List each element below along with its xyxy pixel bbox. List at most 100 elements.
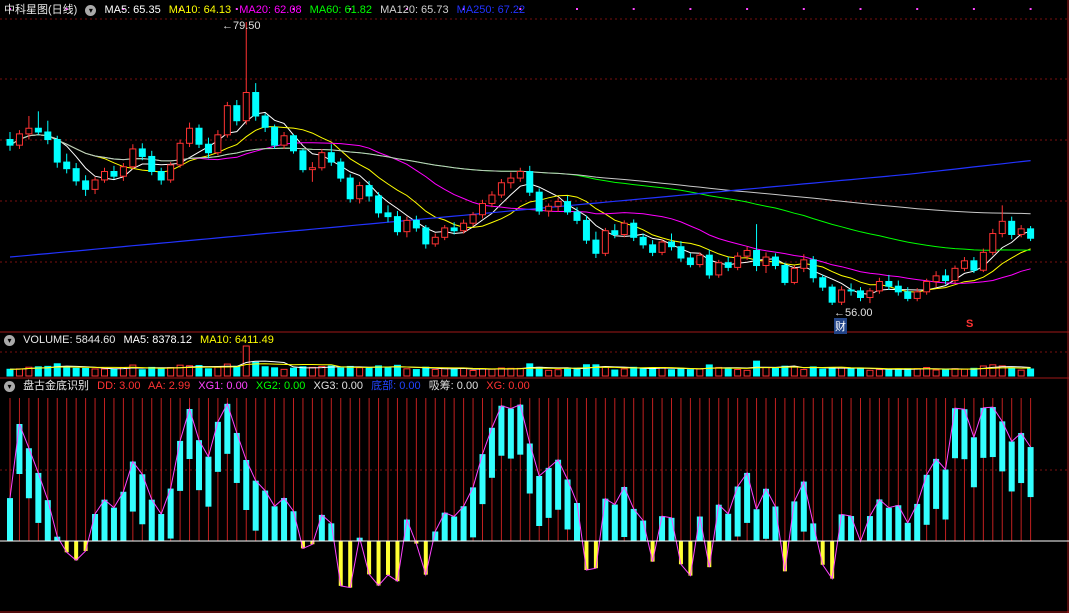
candlestick	[545, 203, 553, 217]
candlestick	[82, 175, 90, 196]
indicator-cyan-bar	[243, 459, 250, 510]
volume-bar	[885, 368, 893, 377]
candle-body	[894, 285, 902, 293]
indicator-xg3: XG3: 0.00	[313, 380, 364, 392]
indicator-cyan-bar	[158, 513, 165, 541]
volume-bar	[1017, 369, 1025, 377]
volume-bar	[639, 368, 647, 377]
volume-bar	[148, 366, 156, 377]
indicator-cyan-bar	[753, 509, 760, 541]
indicator-cyan-bar	[290, 511, 297, 541]
volume-bar	[809, 366, 817, 377]
ma10-label: MA10: 64.13	[168, 4, 232, 16]
candle-body	[762, 256, 770, 267]
candlestick	[6, 132, 14, 151]
candle-body	[375, 195, 383, 214]
candle-body	[686, 257, 694, 266]
volume-bar	[724, 367, 732, 377]
candlestick	[375, 192, 383, 218]
indicator-cyan-bar	[488, 427, 495, 478]
candle-body	[989, 233, 997, 253]
candle-body	[252, 92, 260, 117]
signal-dot	[916, 8, 919, 10]
indicator-cyan-bar	[574, 502, 580, 541]
volume-bar	[138, 369, 146, 377]
chevron-down-icon[interactable]: ▾	[4, 381, 15, 392]
stock-chart[interactable]	[0, 0, 1069, 613]
chevron-down-icon[interactable]: ▾	[4, 335, 15, 346]
candlestick	[526, 165, 534, 196]
chevron-down-icon[interactable]: ▾	[85, 5, 97, 16]
volume-bar	[649, 367, 657, 377]
candlestick	[554, 197, 562, 212]
volume-bar	[72, 367, 80, 377]
high-price-annotation: ←79.50	[222, 20, 261, 32]
candle-body	[290, 135, 297, 152]
candlesticks[interactable]	[6, 22, 1035, 305]
indicator-cyan-bar	[914, 503, 921, 541]
volume-bar	[677, 367, 685, 377]
volume-ma10-label: MA10: 6411.49	[200, 334, 274, 346]
candle-body	[233, 105, 241, 122]
candle-body	[809, 259, 817, 279]
candle-body	[337, 161, 345, 179]
indicator-cyan-bar	[262, 490, 269, 541]
volume-bar	[979, 365, 987, 377]
candle-body	[110, 170, 118, 177]
candle-body	[195, 127, 203, 145]
candlestick	[479, 199, 486, 219]
candle-body	[469, 214, 477, 224]
volume-bar	[686, 369, 694, 377]
candle-body	[346, 177, 354, 200]
candle-body	[800, 259, 808, 269]
candle-body	[885, 280, 893, 287]
candle-body	[318, 152, 326, 169]
candlestick	[989, 228, 997, 256]
candlestick	[412, 215, 420, 232]
indicator-dd: DD: 3.00	[97, 380, 141, 392]
candlestick	[72, 163, 80, 186]
indicator-yellow-bar	[707, 541, 712, 568]
candlestick	[686, 253, 694, 268]
financial-report-tag[interactable]: 财	[834, 318, 847, 334]
indicator-bars[interactable]	[0, 398, 1069, 589]
volume-bars[interactable]	[6, 345, 1035, 377]
candlestick	[875, 277, 883, 294]
indicator-cyan-bar	[970, 437, 977, 488]
candle-body	[875, 280, 883, 292]
candle-body	[639, 236, 647, 246]
indicator-cyan-bar	[1027, 447, 1034, 498]
indicator-cyan-bar	[876, 499, 883, 541]
volume-bar	[989, 364, 997, 377]
candlestick	[762, 252, 770, 274]
indicator-cyan-bar	[318, 514, 325, 541]
volume-bar	[932, 369, 940, 377]
volume-bar	[101, 368, 108, 377]
volume-bar	[828, 367, 836, 377]
candle-body	[412, 219, 420, 229]
indicator-yellow-bar	[395, 541, 400, 582]
candle-body	[724, 262, 732, 268]
candlestick	[167, 162, 175, 183]
ma5-label: MA5: 65.35	[104, 4, 161, 16]
candlestick	[866, 288, 874, 304]
sell-signal-tag[interactable]: S	[966, 318, 973, 330]
volume-bar	[460, 367, 468, 377]
candlestick	[290, 133, 297, 154]
volume-bar	[365, 367, 373, 377]
candle-body	[828, 286, 836, 303]
indicator-yellow-bar	[830, 541, 835, 579]
indicator-cyan-bar	[148, 499, 155, 541]
candlestick	[393, 210, 401, 236]
volume-bar	[157, 368, 165, 377]
volume-bar	[1027, 368, 1035, 377]
candle-body	[299, 150, 307, 171]
indicator-yellow-bar	[820, 541, 825, 565]
candle-body	[913, 291, 921, 299]
candlestick	[186, 122, 194, 148]
indicator-bottom: 底部: 0.00	[371, 380, 421, 392]
candlestick	[299, 148, 307, 173]
candlestick	[960, 257, 968, 272]
volume-bar	[526, 363, 534, 377]
ma20-line	[9, 134, 1031, 284]
